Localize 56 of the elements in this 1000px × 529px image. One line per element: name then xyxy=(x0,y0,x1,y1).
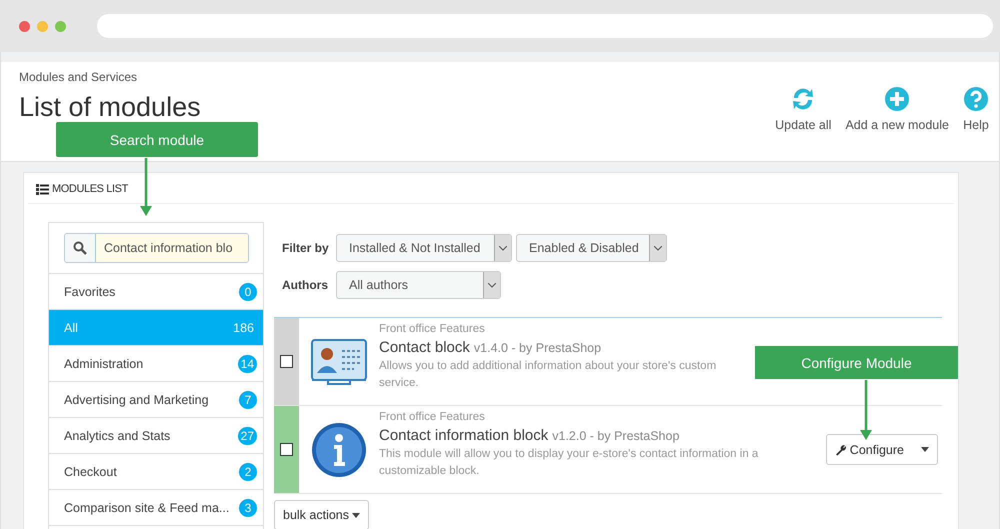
add-icon xyxy=(884,86,910,112)
count-badge: 0 xyxy=(239,282,257,300)
count-badge: 14 xyxy=(238,354,257,372)
page-title: List of modules xyxy=(19,92,201,123)
toolbar-button[interactable]: Update all xyxy=(775,86,832,132)
callout-arrow xyxy=(140,158,152,216)
toolbar-button[interactable]: Help xyxy=(963,86,989,132)
callout-label: Configure Module xyxy=(755,346,958,379)
count-badge: 3 xyxy=(239,498,257,516)
search-field[interactable]: Contact information blo xyxy=(64,233,249,263)
status-filter-select[interactable]: Enabled & Disabled xyxy=(516,234,667,262)
maximize-window-icon[interactable] xyxy=(55,20,66,32)
wrench-icon xyxy=(834,444,847,456)
module-description: customizable block. xyxy=(379,464,480,479)
info-icon xyxy=(311,422,367,478)
breadcrumb[interactable]: Modules and Services xyxy=(19,70,201,84)
module-description: This module will allow you to display your e-store's contact information in a xyxy=(379,447,758,462)
contact-card-icon xyxy=(311,338,367,384)
checkbox[interactable] xyxy=(280,443,293,456)
close-window-icon[interactable] xyxy=(19,20,30,32)
module-name: Contact information block xyxy=(379,427,548,444)
help-icon xyxy=(963,86,989,112)
module-description: Allows you to add additional information about your store's custom xyxy=(379,359,716,374)
callout-arrow xyxy=(860,380,872,440)
category-item[interactable]: Comparison site & Feed ma... 3 xyxy=(49,490,263,526)
authors-select[interactable]: All authors xyxy=(336,271,501,299)
caret-icon xyxy=(352,512,360,518)
category-item[interactable]: Checkout 2 xyxy=(49,454,263,490)
count-badge: 27 xyxy=(238,426,257,444)
module-version: v1.2.0 - by PrestaShop xyxy=(552,429,680,443)
count-badge: 2 xyxy=(239,462,257,480)
configure-button[interactable]: Configure xyxy=(826,434,938,465)
module-version: v1.4.0 - by PrestaShop xyxy=(474,341,602,355)
install-filter-select[interactable]: Installed & Not Installed xyxy=(336,234,512,262)
panel-heading: MODULES LIST xyxy=(28,173,954,204)
chevron-down-icon xyxy=(488,282,496,288)
count-label: 186 xyxy=(232,320,255,336)
callout-label: Search module xyxy=(56,122,258,157)
module-name: Contact block xyxy=(379,339,470,356)
chevron-down-icon xyxy=(654,246,662,250)
toolbar-button[interactable]: Add a new module xyxy=(845,86,949,132)
count-badge: 7 xyxy=(239,390,257,408)
bulk-actions-button[interactable]: bulk actions xyxy=(274,500,370,529)
checkbox[interactable] xyxy=(280,355,293,368)
list-icon xyxy=(36,184,49,194)
module-description: service. xyxy=(379,376,419,391)
filter-label: Authors xyxy=(282,278,329,292)
module-category: Front office Features xyxy=(379,411,486,423)
search-icon xyxy=(73,241,87,255)
chevron-down-icon xyxy=(499,246,507,250)
module-category: Front office Features xyxy=(379,323,486,335)
category-item[interactable]: Analytics and Stats 27 xyxy=(49,418,263,454)
category-item[interactable]: Advertising and Marketing 7 xyxy=(49,382,263,418)
caret-icon xyxy=(921,447,929,452)
category-item[interactable]: Administration 14 xyxy=(49,346,263,382)
filter-label: Filter by xyxy=(282,241,330,255)
